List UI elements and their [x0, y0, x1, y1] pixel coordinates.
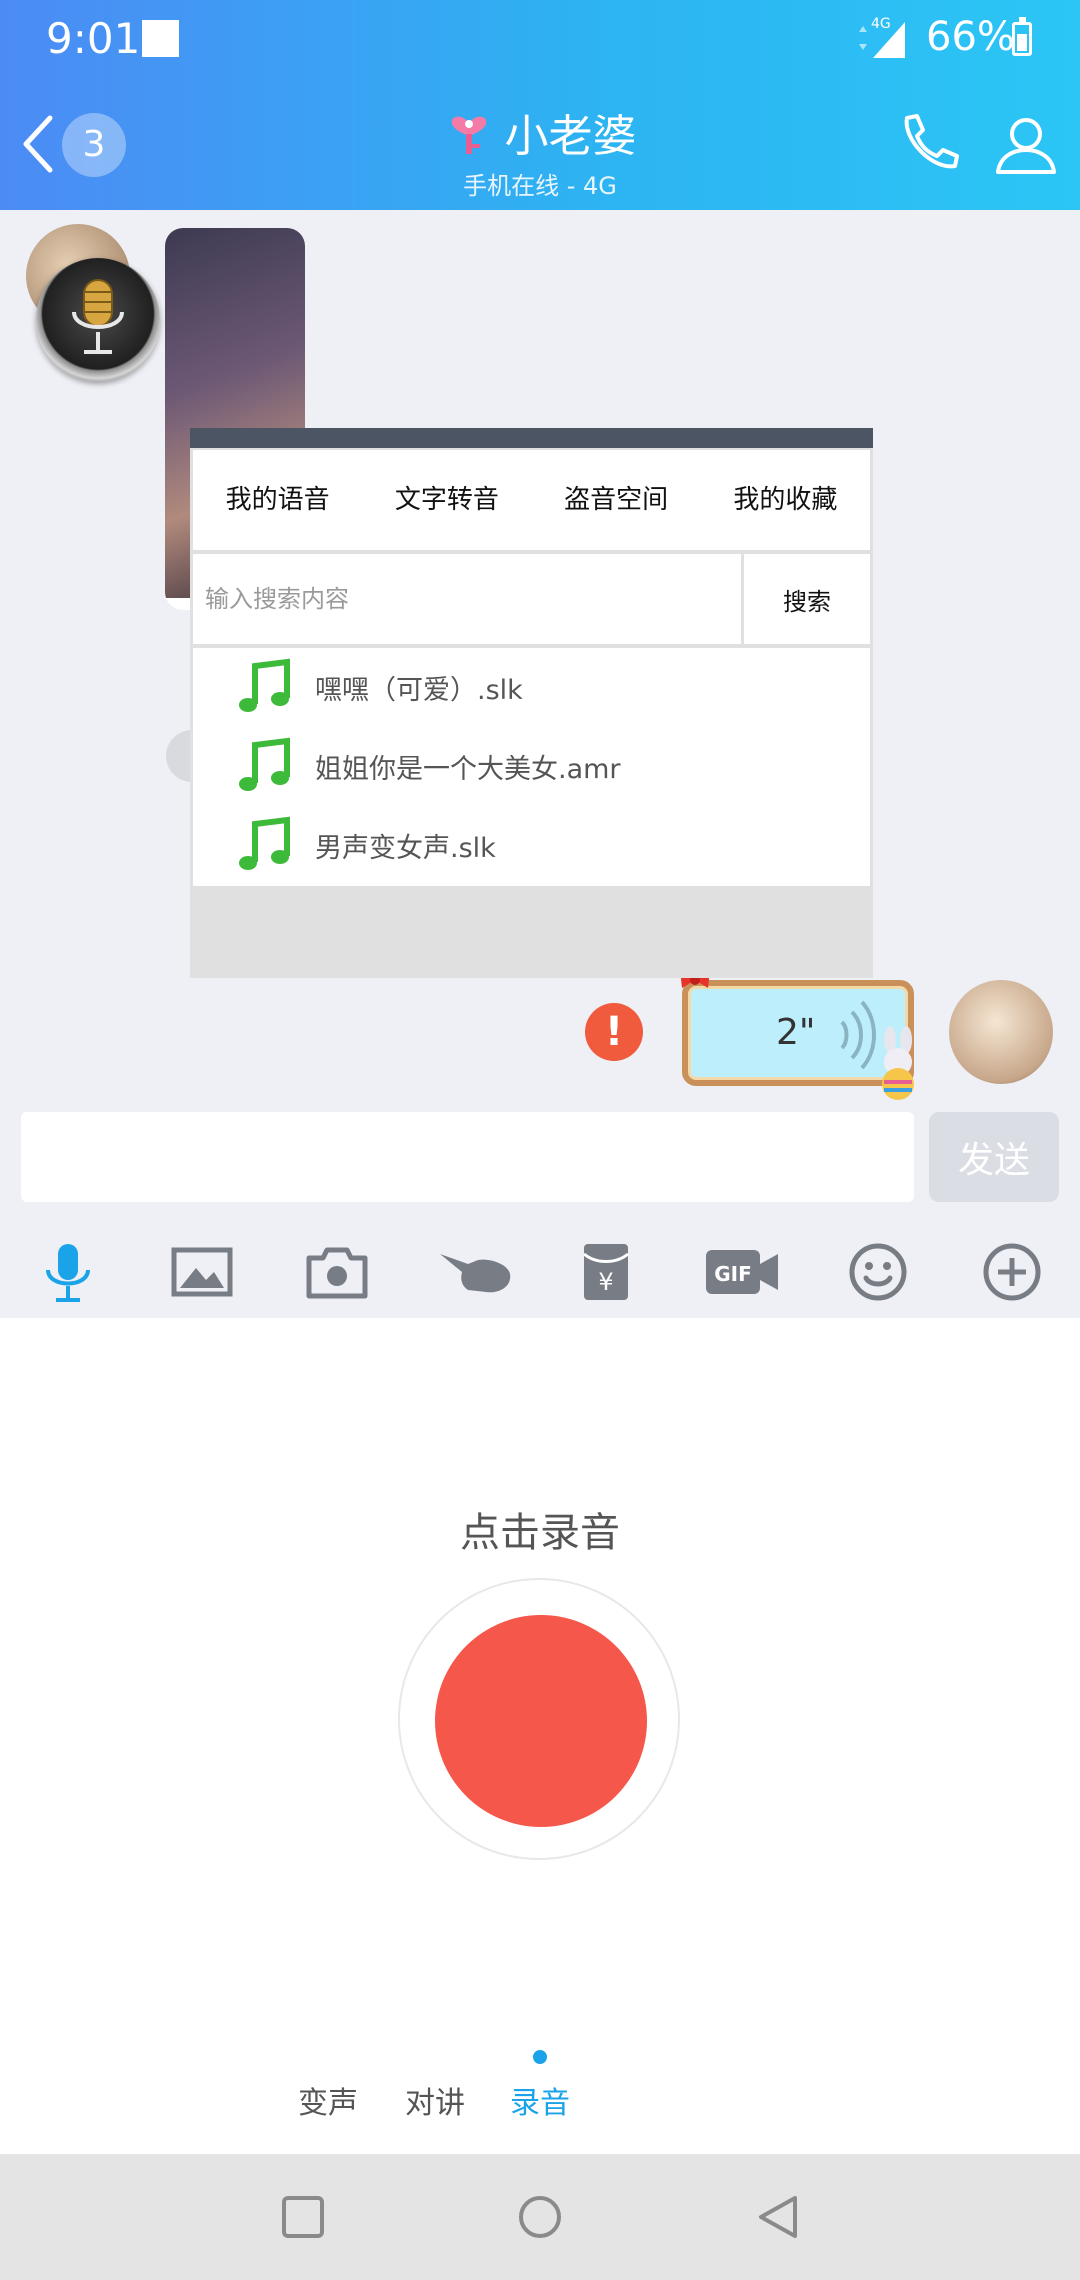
panel-tabs: 我的语音 文字转音 盗音空间 我的收藏: [193, 450, 870, 550]
send-failed-icon[interactable]: !: [585, 1003, 643, 1061]
system-nav-bar: [0, 2154, 1080, 2280]
network-type: 4G: [871, 16, 891, 32]
gif-icon[interactable]: GIF: [704, 1240, 780, 1304]
chat-title: 小老婆: [504, 111, 637, 162]
tab-intercom[interactable]: 对讲: [405, 2078, 465, 2122]
tab-voice-change[interactable]: 变声: [298, 2078, 358, 2122]
tab-text-to-speech[interactable]: 文字转音: [362, 450, 531, 550]
microphone-icon[interactable]: [36, 1240, 100, 1304]
record-button[interactable]: [435, 1615, 647, 1827]
profile-icon[interactable]: [990, 108, 1062, 180]
notification-icon: [142, 20, 179, 57]
status-time: 9:01: [46, 14, 141, 63]
back-icon[interactable]: [755, 2194, 801, 2240]
poke-icon[interactable]: [438, 1240, 514, 1304]
tab-voice-space[interactable]: 盗音空间: [532, 450, 701, 550]
image-icon[interactable]: [170, 1240, 234, 1304]
tab-record[interactable]: 录音: [510, 2078, 570, 2122]
music-note-icon: [239, 816, 290, 870]
tab-favorites[interactable]: 我的收藏: [701, 450, 870, 550]
search-button[interactable]: 搜索: [741, 554, 870, 644]
search-input[interactable]: [193, 554, 738, 644]
bunny-sticker-icon: [882, 1026, 914, 1100]
file-name: 嘿嘿（可爱）.slk: [315, 675, 523, 706]
voice-plugin-mic-icon[interactable]: [36, 258, 160, 382]
send-button[interactable]: 发送: [929, 1112, 1059, 1202]
input-toolbar: ¥ GIF: [0, 1220, 1080, 1318]
chat-header: 9:01 4G 66% 3 小老婆 手机在线 - 4G: [0, 0, 1080, 210]
key-heart-icon: [452, 116, 487, 154]
recents-icon[interactable]: [280, 2194, 326, 2240]
record-button-ring: [398, 1578, 680, 1860]
panel-drag-bar[interactable]: [190, 428, 873, 448]
chat-area[interactable]: 下午9:00 ! 2" 发送: [0, 210, 1080, 1318]
list-item[interactable]: 男声变女声.slk: [193, 806, 870, 884]
voice-library-panel: 我的语音 文字转音 盗音空间 我的收藏 搜索 嘿嘿（可爱）.slk: [190, 428, 873, 978]
svg-text:¥: ¥: [598, 1268, 613, 1296]
status-bar: 9:01 4G 66%: [0, 0, 1080, 80]
file-name: 男声变女声.slk: [315, 833, 496, 864]
battery-percent: 66%: [926, 14, 1015, 60]
voice-file-list: 嘿嘿（可爱）.slk 姐姐你是一个大美女.amr 男声变女声.slk: [193, 648, 870, 886]
red-packet-icon[interactable]: ¥: [574, 1240, 638, 1304]
tab-my-voice[interactable]: 我的语音: [193, 450, 362, 550]
file-name: 姐姐你是一个大美女.amr: [315, 754, 621, 785]
list-item[interactable]: 姐姐你是一个大美女.amr: [193, 727, 870, 805]
plus-icon[interactable]: [980, 1240, 1044, 1304]
emoji-icon[interactable]: [846, 1240, 910, 1304]
voice-duration: 2": [776, 1012, 816, 1053]
active-tab-indicator: [533, 2050, 547, 2064]
battery-icon: [1012, 17, 1032, 56]
voice-message-bubble[interactable]: 2": [680, 970, 914, 1100]
phone-icon[interactable]: [893, 108, 965, 180]
message-input[interactable]: [21, 1112, 914, 1202]
my-avatar[interactable]: [949, 980, 1053, 1084]
music-note-icon: [239, 658, 290, 712]
home-icon[interactable]: [517, 2194, 563, 2240]
list-item[interactable]: 嘿嘿（可爱）.slk: [193, 648, 870, 726]
music-note-icon: [239, 737, 290, 791]
record-hint: 点击录音: [460, 1510, 620, 1556]
panel-search-bar: 搜索: [193, 554, 870, 644]
record-panel: 点击录音 变声 对讲 录音: [0, 1318, 1080, 2154]
camera-icon[interactable]: [305, 1240, 369, 1304]
svg-text:GIF: GIF: [714, 1262, 752, 1286]
